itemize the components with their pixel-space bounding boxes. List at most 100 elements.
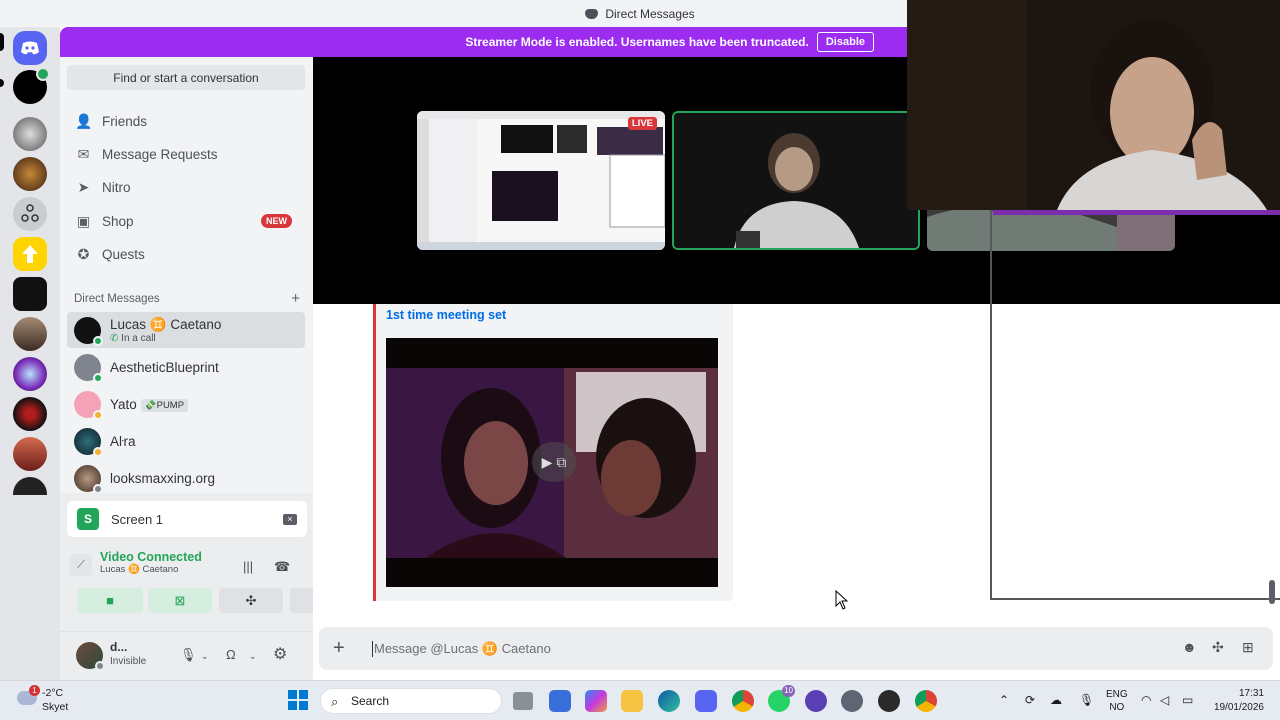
screen-badge: S — [77, 508, 99, 530]
message-embed: 1st time meeting set ▶ ⧉ — [373, 304, 733, 601]
dm-item-lucas[interactable]: Lucas ♊ Caetano ✆ In a call — [67, 312, 305, 348]
emoji-icon[interactable]: ☻ — [1182, 639, 1197, 655]
signal-icon[interactable]: ⟋ — [70, 554, 92, 576]
chrome-icon[interactable] — [732, 690, 754, 712]
video-tile-lucas[interactable] — [672, 111, 920, 250]
avatar — [74, 427, 103, 457]
chevron-down-icon[interactable]: ⌄ — [201, 651, 209, 662]
server-icon-7[interactable] — [13, 317, 47, 351]
chevron-down-icon[interactable]: ⌄ — [249, 651, 257, 662]
embed-video[interactable]: ▶ ⧉ — [386, 338, 718, 587]
server-icon-4[interactable] — [13, 197, 47, 231]
camera-button[interactable]: ■ — [77, 588, 143, 613]
chat-area: 1st time meeting set ▶ ⧉ — [313, 210, 1280, 624]
dm-item-aestheticblueprint[interactable]: AestheticBlueprint — [67, 349, 305, 385]
user-name: d... — [110, 640, 128, 654]
dm-item-looksmaxxing[interactable]: looksmaxxing.org — [67, 460, 305, 496]
discord-icon — [585, 8, 599, 19]
discord-taskbar-icon[interactable] — [695, 690, 717, 712]
mail-icon: ✉ — [77, 146, 90, 162]
nav-nitro[interactable]: ➤ Nitro — [67, 172, 305, 202]
home-button[interactable] — [13, 31, 47, 65]
volume-icon[interactable]: ◁ — [1160, 693, 1169, 707]
user-avatar[interactable] — [76, 642, 105, 671]
noise-suppression-icon[interactable]: ||| — [243, 559, 253, 574]
attach-plus-icon[interactable]: + — [333, 638, 345, 658]
nav-shop[interactable]: ▣ Shop NEW — [67, 206, 305, 236]
dm-name: Yato — [110, 396, 137, 412]
server-icon-1[interactable] — [13, 67, 50, 104]
task-view-icon[interactable] — [513, 692, 533, 710]
language-indicator[interactable]: ENG NO — [1106, 688, 1128, 714]
server-icon-11[interactable] — [13, 477, 47, 495]
screen-share-card[interactable]: S Screen 1 × — [67, 501, 307, 537]
webcam-overlay — [907, 0, 1280, 210]
messenger-icon[interactable] — [805, 690, 827, 712]
store-icon[interactable] — [549, 690, 571, 712]
activities-button[interactable]: ✣ — [219, 588, 283, 613]
avatar — [74, 464, 103, 494]
play-icon[interactable]: ▶ ⧉ — [532, 442, 576, 482]
file-explorer-icon[interactable] — [621, 690, 643, 712]
dm-name: Aŀra — [110, 433, 136, 449]
microphone-icon[interactable]: 🎙 — [180, 647, 197, 663]
headphones-icon[interactable]: Ω — [226, 647, 236, 662]
settings-icon[interactable] — [841, 690, 863, 712]
copilot-icon[interactable] — [585, 690, 607, 712]
nav-quests[interactable]: ✪ Quests — [67, 239, 305, 269]
embed-title[interactable]: 1st time meeting set — [386, 308, 506, 322]
server-icon-9[interactable] — [13, 397, 47, 431]
nav-message-requests-label: Message Requests — [102, 146, 218, 162]
battery-icon[interactable]: ▭ — [1182, 693, 1193, 707]
microphone-tray-icon[interactable]: 🎙 — [1079, 693, 1094, 707]
windows-start-icon[interactable] — [288, 690, 308, 710]
weather-desc: Skyet — [42, 701, 69, 713]
nav-shop-label: Shop — [102, 213, 134, 229]
pump-badge: 💸PUMP — [140, 398, 189, 412]
weather-temp: -2°C — [42, 687, 64, 699]
screen-share-button[interactable]: ⊠ — [148, 588, 212, 613]
status-dot — [95, 661, 105, 671]
taskbar-search[interactable]: ⌕ Search — [320, 688, 502, 714]
sync-icon[interactable]: ⟳ — [1025, 693, 1035, 707]
settings-gear-icon[interactable]: ⚙ — [273, 644, 287, 664]
edge-icon[interactable] — [658, 690, 680, 712]
wifi-icon[interactable]: ◠ — [1141, 693, 1151, 707]
stream-tile[interactable]: LIVE — [417, 111, 665, 250]
find-conversation-button[interactable]: Find or start a conversation — [67, 65, 305, 90]
server-icon-8[interactable] — [13, 357, 47, 391]
server-icon-6[interactable] — [13, 277, 47, 311]
apps-icon[interactable]: ✣ — [1212, 639, 1224, 656]
message-input[interactable]: Message @Lucas ♊ Caetano — [372, 641, 551, 657]
create-dm-button[interactable]: + — [291, 291, 300, 306]
voice-status: Video Connected — [100, 550, 202, 564]
message-composer[interactable]: + Message @Lucas ♊ Caetano ☻ ✣ ⊞ — [319, 627, 1273, 670]
server-icon-3[interactable] — [13, 157, 47, 191]
openai-icon[interactable] — [878, 690, 900, 712]
chrome-profile-icon[interactable] — [915, 690, 937, 712]
user-status: Invisible — [110, 656, 147, 667]
search-icon: ⌕ — [331, 694, 339, 709]
chevron-up-icon[interactable]: ⌃ — [999, 693, 1009, 707]
onedrive-icon[interactable]: ☁ — [1050, 693, 1062, 707]
clock[interactable]: 17:31 19/01/2026 — [1206, 687, 1264, 715]
disconnect-icon[interactable]: ☎ — [274, 559, 290, 575]
stop-stream-icon[interactable]: × — [283, 513, 297, 525]
avatar — [74, 353, 103, 383]
nav-message-requests[interactable]: ✉ Message Requests — [67, 139, 305, 169]
chat-scrollbar[interactable] — [1269, 580, 1275, 604]
nav-friends[interactable]: 👤 Friends — [67, 106, 305, 136]
webcam-video — [907, 0, 1280, 210]
server-icon-10[interactable] — [13, 437, 47, 471]
voice-connection: ⟋ Video Connected Lucas ♊ Caetano — [70, 550, 202, 576]
dm-item-yato[interactable]: Yato 💸PUMP — [67, 386, 305, 422]
disable-streamer-mode-button[interactable]: Disable — [816, 32, 874, 52]
gift-icon[interactable]: ⊞ — [1242, 639, 1254, 656]
whatsapp-icon[interactable]: 10 — [768, 685, 795, 712]
screen-share-frame — [990, 210, 1280, 600]
server-icon-2[interactable] — [13, 117, 47, 151]
server-icon-5[interactable] — [13, 237, 47, 271]
live-badge: LIVE — [627, 117, 657, 130]
voice-channel[interactable]: Lucas ♊ Caetano — [100, 564, 202, 575]
dm-item-aira[interactable]: Aŀra — [67, 423, 305, 459]
